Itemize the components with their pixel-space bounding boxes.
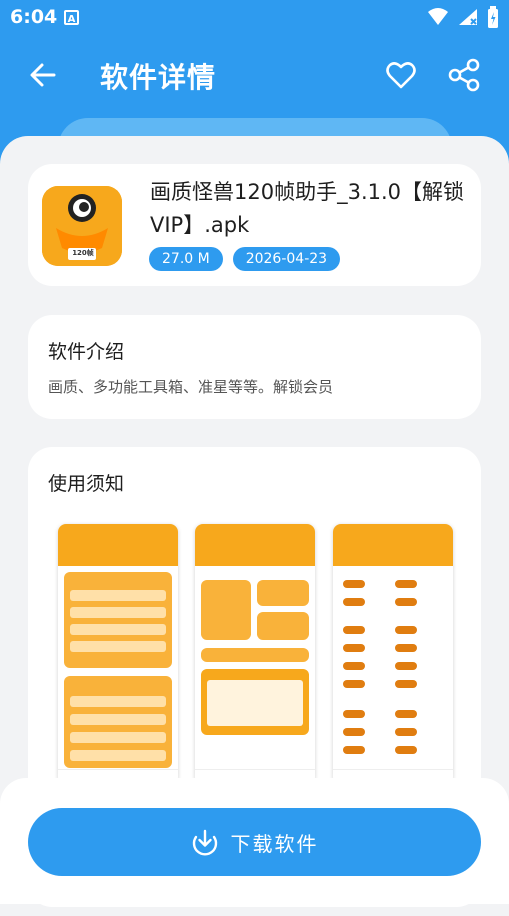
heart-icon[interactable] — [386, 60, 416, 90]
wifi-icon — [428, 8, 448, 25]
notification-a-icon: A — [64, 10, 79, 25]
app-info-card: 120帧 画质怪兽120帧助手_3.1.0【解锁VIP】.apk 27.0 M … — [28, 164, 481, 286]
app-bar: 软件详情 — [0, 36, 509, 116]
intro-text: 画质、多功能工具箱、准星等等。解锁会员 — [48, 378, 334, 396]
download-button[interactable]: 下载软件 — [28, 808, 481, 876]
intro-card: 软件介绍 画质、多功能工具箱、准星等等。解锁会员 — [28, 315, 481, 419]
download-icon — [192, 829, 217, 856]
screenshot-2[interactable] — [195, 524, 315, 784]
app-icon-label: 120帧 — [72, 249, 94, 257]
date-badge: 2026-04-23 — [232, 247, 341, 271]
notice-title: 使用须知 — [48, 473, 125, 495]
back-arrow-icon[interactable] — [28, 60, 58, 90]
app-icon: 120帧 — [42, 186, 122, 266]
page-title: 软件详情 — [100, 61, 217, 94]
battery-icon — [488, 6, 498, 28]
status-icons — [427, 6, 499, 28]
status-bar: 6:04 A — [0, 0, 509, 36]
status-time: 6:04 — [10, 6, 58, 28]
screenshot-1[interactable] — [58, 524, 178, 784]
screenshot-3[interactable] — [333, 524, 453, 784]
share-icon[interactable] — [447, 58, 481, 92]
signal-icon — [459, 9, 477, 25]
app-badges: 27.0 M 2026-04-23 — [149, 247, 341, 271]
app-name: 画质怪兽120帧助手_3.1.0【解锁VIP】.apk — [150, 180, 465, 237]
intro-title: 软件介绍 — [48, 341, 125, 363]
size-badge: 27.0 M — [149, 247, 223, 271]
download-label: 下载软件 — [230, 831, 319, 856]
